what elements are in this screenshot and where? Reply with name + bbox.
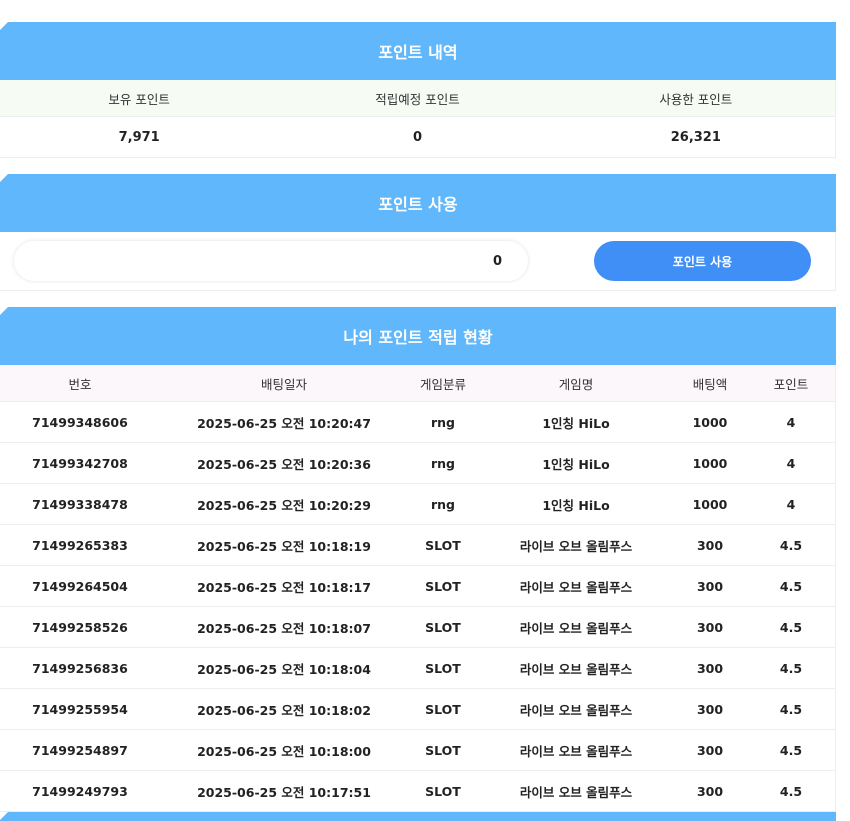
row-game-category: SLOT xyxy=(425,578,461,594)
held-points-value: 7,971 xyxy=(118,129,160,145)
row-game-category: SLOT xyxy=(425,742,461,758)
row-bet-amount: 300 xyxy=(696,742,724,758)
row-game-category: SLOT xyxy=(425,537,461,553)
row-bet-date: 2025-06-25 오전 10:18:00 xyxy=(197,743,371,759)
column-bet-amount: 배팅액 xyxy=(692,376,728,392)
row-points: 4.5 xyxy=(779,537,803,553)
column-bet-date: 배팅일자 xyxy=(260,376,307,392)
row-points: 4 xyxy=(786,455,796,471)
table-row: 71499338478 2025-06-25 오전 10:20:29 rng 1인칭 … xyxy=(0,484,836,525)
row-bet-amount: 300 xyxy=(696,783,724,799)
row-game-name: 라이브 오브 올림푸스 xyxy=(519,784,633,800)
row-number: 71499249793 xyxy=(32,783,128,799)
column-number: 번호 xyxy=(68,376,92,392)
pending-points-label: 적립예정 포인트 xyxy=(375,91,460,107)
table-row: 71499265383 2025-06-25 오전 10:18:19 SLOT 라이브… xyxy=(0,525,836,566)
pending-points-value: 0 xyxy=(412,129,423,145)
row-number: 71499256836 xyxy=(32,660,128,676)
row-bet-date: 2025-06-25 오전 10:17:51 xyxy=(197,784,371,800)
row-bet-date: 2025-06-25 오전 10:18:02 xyxy=(197,702,371,718)
row-game-category: SLOT xyxy=(425,701,461,717)
row-points: 4.5 xyxy=(779,660,803,676)
row-game-name: 라이브 오브 올림푸스 xyxy=(519,538,633,554)
row-game-name: 라이브 오브 올림푸스 xyxy=(519,579,633,595)
use-points-button[interactable]: 포인트 사용 xyxy=(594,241,811,281)
row-game-category: SLOT xyxy=(425,660,461,676)
row-bet-amount: 1000 xyxy=(692,455,728,471)
row-bet-date: 2025-06-25 오전 10:20:47 xyxy=(197,415,371,431)
row-points: 4.5 xyxy=(779,783,803,799)
table-row: 71499348606 2025-06-25 오전 10:20:47 rng 1인칭 … xyxy=(0,402,836,443)
row-game-category: rng xyxy=(430,496,455,512)
points-summary-header-row: 보유 포인트 적립예정 포인트 사용한 포인트 xyxy=(0,80,836,117)
points-use-row: 0 포인트 사용 xyxy=(0,232,836,291)
row-bet-date: 2025-06-25 오전 10:18:17 xyxy=(197,579,371,595)
row-points: 4.5 xyxy=(779,619,803,635)
accrual-header: 나의 포인트 적립 현황 xyxy=(0,307,836,365)
row-game-category: rng xyxy=(430,455,455,471)
row-bet-amount: 300 xyxy=(696,701,724,717)
row-game-category: rng xyxy=(430,414,455,430)
use-points-button-label: 포인트 사용 xyxy=(672,254,733,269)
row-bet-amount: 300 xyxy=(696,578,724,594)
row-bet-date: 2025-06-25 오전 10:20:29 xyxy=(197,497,371,513)
row-bet-date: 2025-06-25 오전 10:20:36 xyxy=(197,456,371,472)
row-game-category: SLOT xyxy=(425,619,461,635)
row-bet-date: 2025-06-25 오전 10:18:04 xyxy=(197,661,371,677)
points-history-title: 포인트 내역 xyxy=(378,43,458,62)
row-bet-amount: 1000 xyxy=(692,414,728,430)
points-use-header: 포인트 사용 xyxy=(0,174,836,232)
table-row: 71499342708 2025-06-25 오전 10:20:36 rng 1인칭 … xyxy=(0,443,836,484)
row-game-name: 1인칭 HiLo xyxy=(542,415,610,431)
row-number: 71499338478 xyxy=(32,496,128,512)
table-row: 71499249793 2025-06-25 오전 10:17:51 SLOT 라이브… xyxy=(0,771,836,812)
table-row: 71499256836 2025-06-25 오전 10:18:04 SLOT 라이브… xyxy=(0,648,836,689)
row-number: 71499258526 xyxy=(32,619,128,635)
row-game-name: 1인칭 HiLo xyxy=(542,456,610,472)
row-game-name: 1인칭 HiLo xyxy=(542,497,610,513)
table-row: 71499255954 2025-06-25 오전 10:18:02 SLOT 라이브… xyxy=(0,689,836,730)
row-number: 71499342708 xyxy=(32,455,128,471)
row-game-name: 라이브 오브 올림푸스 xyxy=(519,620,633,636)
row-points: 4.5 xyxy=(779,578,803,594)
points-use-title: 포인트 사용 xyxy=(378,195,458,214)
row-number: 71499264504 xyxy=(32,578,128,594)
row-points: 4.5 xyxy=(779,701,803,717)
points-history-header: 포인트 내역 xyxy=(0,22,836,80)
row-bet-amount: 300 xyxy=(696,619,724,635)
column-points: 포인트 xyxy=(773,376,809,392)
row-game-name: 라이브 오브 올림푸스 xyxy=(519,743,633,759)
table-row: 71499258526 2025-06-25 오전 10:18:07 SLOT 라이브… xyxy=(0,607,836,648)
accrual-title: 나의 포인트 적립 현황 xyxy=(343,328,493,347)
row-number: 71499254897 xyxy=(32,742,128,758)
row-game-name: 라이브 오브 올림푸스 xyxy=(519,702,633,718)
next-section-header xyxy=(0,812,836,821)
row-bet-amount: 1000 xyxy=(692,496,728,512)
column-game-name: 게임명 xyxy=(558,376,594,392)
row-number: 71499255954 xyxy=(32,701,128,717)
points-amount-value: 0 xyxy=(492,253,502,269)
used-points-label: 사용한 포인트 xyxy=(659,91,733,107)
row-game-name: 라이브 오브 올림푸스 xyxy=(519,661,633,677)
row-bet-date: 2025-06-25 오전 10:18:07 xyxy=(197,620,371,636)
accrual-table-header: 번호 배팅일자 게임분류 게임명 배팅액 포인트 xyxy=(0,365,836,402)
row-bet-date: 2025-06-25 오전 10:18:19 xyxy=(197,538,371,554)
column-game-category: 게임분류 xyxy=(419,376,466,392)
row-points: 4 xyxy=(786,496,796,512)
row-number: 71499348606 xyxy=(32,414,128,430)
points-amount-input[interactable]: 0 xyxy=(14,241,528,281)
table-row: 71499264504 2025-06-25 오전 10:18:17 SLOT 라이브… xyxy=(0,566,836,607)
points-summary-value-row: 7,971 0 26,321 xyxy=(0,117,836,158)
row-points: 4.5 xyxy=(779,742,803,758)
held-points-label: 보유 포인트 xyxy=(108,91,170,107)
row-bet-amount: 300 xyxy=(696,537,724,553)
accrual-table-body: 71499348606 2025-06-25 오전 10:20:47 rng 1인칭 … xyxy=(0,402,836,812)
row-game-category: SLOT xyxy=(425,783,461,799)
page-content: 포인트 내역 보유 포인트 적립예정 포인트 사용한 포인트 7,971 0 2… xyxy=(0,22,836,812)
row-points: 4 xyxy=(786,414,796,430)
row-bet-amount: 300 xyxy=(696,660,724,676)
row-number: 71499265383 xyxy=(32,537,128,553)
table-row: 71499254897 2025-06-25 오전 10:18:00 SLOT 라이브… xyxy=(0,730,836,771)
used-points-value: 26,321 xyxy=(670,129,721,145)
